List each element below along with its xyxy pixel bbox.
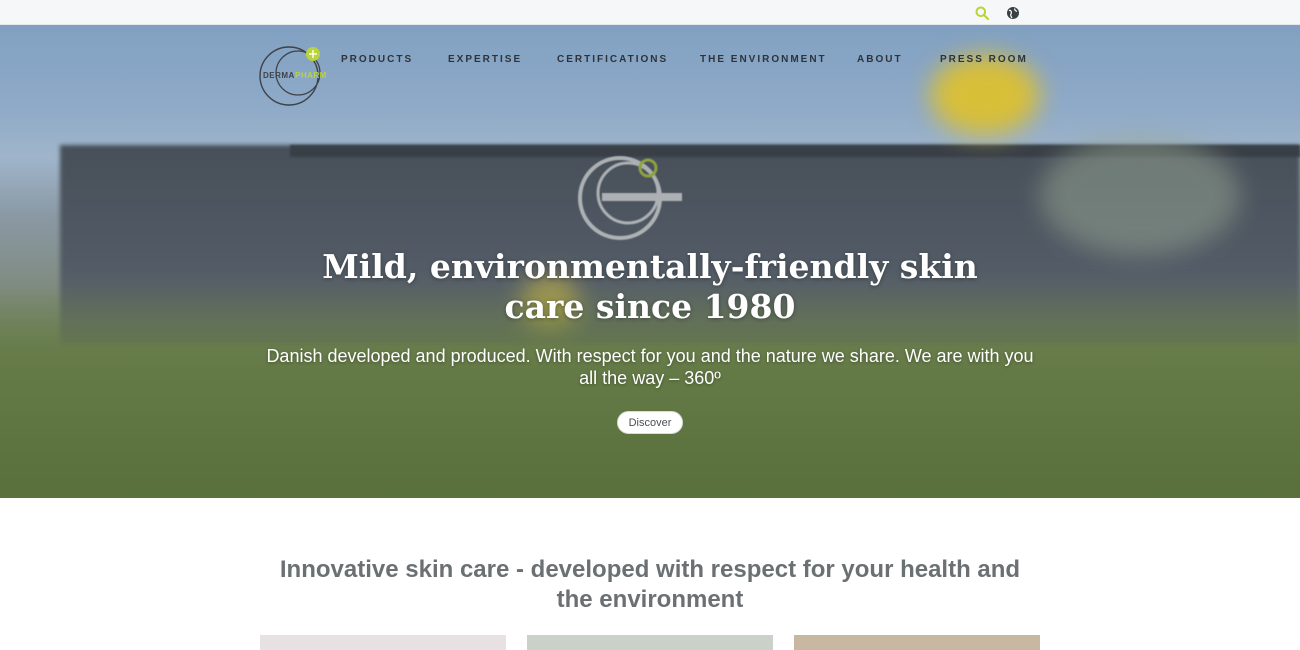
discover-button[interactable]: Discover xyxy=(617,411,683,434)
search-icon[interactable] xyxy=(974,5,990,21)
intro-title: Innovative skin care - developed with re… xyxy=(279,556,1021,613)
logo-text-derma: DERMA xyxy=(263,71,295,80)
nav-the-environment[interactable]: THE ENVIRONMENT xyxy=(700,54,827,65)
feature-card-2[interactable] xyxy=(527,635,773,650)
hero-subtitle: Danish developed and produced. With resp… xyxy=(266,346,1034,388)
nav-products[interactable]: PRODUCTS xyxy=(341,54,413,65)
nav-about[interactable]: ABOUT xyxy=(857,54,903,65)
logo-text-pharm: PHARM xyxy=(295,71,327,80)
nav-expertise[interactable]: EXPERTISE xyxy=(448,54,522,65)
globe-icon[interactable] xyxy=(1005,5,1021,21)
hero-banner: DERMA PHARM PRODUCTS EXPERTISE CERTIFICA… xyxy=(0,25,1300,498)
nav-certifications[interactable]: CERTIFICATIONS xyxy=(557,54,668,65)
feature-card-3[interactable] xyxy=(794,635,1040,650)
feature-card-1[interactable] xyxy=(260,635,506,650)
nav-press-room[interactable]: PRESS ROOM xyxy=(940,54,1028,65)
top-utility-bar xyxy=(0,0,1300,25)
hero-title: Mild, environmentally-friendly skin care… xyxy=(322,247,978,326)
dermapharm-logo[interactable]: DERMA PHARM xyxy=(258,43,348,107)
